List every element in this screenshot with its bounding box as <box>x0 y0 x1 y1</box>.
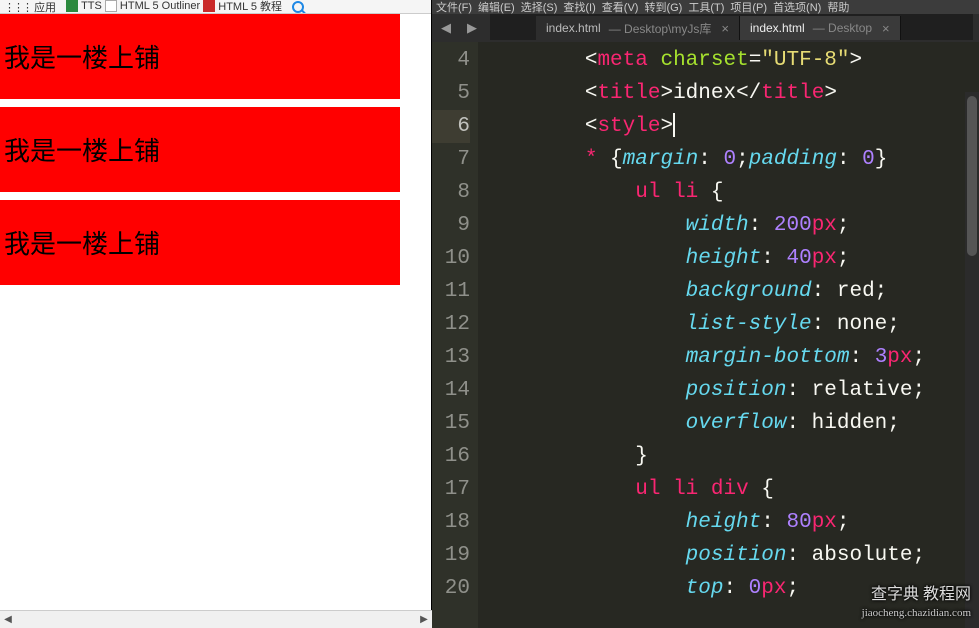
menu-item[interactable]: 工具(T) <box>688 0 724 14</box>
line-number: 11 <box>432 275 470 308</box>
close-icon[interactable]: × <box>882 21 890 36</box>
line-number: 9 <box>432 209 470 242</box>
line-number: 12 <box>432 308 470 341</box>
search-icon[interactable] <box>292 1 304 13</box>
list-item: 我是一楼上铺 <box>0 14 400 99</box>
scroll-right-icon[interactable]: ▶ <box>416 612 432 628</box>
bookmark-icon <box>105 0 117 12</box>
bookmark-item[interactable]: HTML 5 教程 <box>203 0 282 14</box>
bookmark-item[interactable]: HTML 5 Outliner <box>105 0 200 12</box>
scroll-thumb[interactable] <box>967 96 977 256</box>
nav-back-icon[interactable]: ◀ <box>438 20 454 36</box>
close-icon[interactable]: × <box>721 21 729 36</box>
code-line[interactable]: margin-bottom: 3px; <box>484 341 979 374</box>
code-line[interactable]: * {margin: 0;padding: 0} <box>484 143 979 176</box>
menu-item[interactable]: 选择(S) <box>521 0 558 14</box>
line-number: 17 <box>432 473 470 506</box>
line-number: 20 <box>432 572 470 605</box>
editor-menubar: 文件(F) 编辑(E) 选择(S) 查找(I) 查看(V) 转到(G) 工具(T) 项目(P)… <box>432 0 979 14</box>
editor-tabs: index.html — Desktop\myJs库×index.html — … <box>490 14 973 40</box>
bookmark-label: HTML 5 Outliner <box>120 0 200 12</box>
menu-item[interactable]: 查找(I) <box>563 0 595 14</box>
code-line[interactable]: } <box>484 440 979 473</box>
code-area[interactable]: 4567891011121314151617181920 <meta chars… <box>432 42 979 628</box>
list: 我是一楼上铺我是一楼上铺我是一楼上铺 <box>0 14 431 285</box>
code-line[interactable]: background: red; <box>484 275 979 308</box>
line-number: 18 <box>432 506 470 539</box>
editor-tab[interactable]: index.html — Desktop × <box>740 16 901 40</box>
code-line[interactable]: <meta charset="UTF-8"> <box>484 44 979 77</box>
menu-item[interactable]: 项目(P) <box>730 0 767 14</box>
scroll-track[interactable] <box>16 612 416 628</box>
text-cursor <box>673 113 675 137</box>
tab-filename: index.html <box>546 21 601 35</box>
line-number: 6 <box>432 110 470 143</box>
editor-tab[interactable]: index.html — Desktop\myJs库 × <box>536 16 740 40</box>
tab-path: — Desktop\myJs库 <box>609 20 712 37</box>
code-line[interactable]: height: 40px; <box>484 242 979 275</box>
bookmark-label: HTML 5 教程 <box>218 0 282 14</box>
code-line[interactable]: width: 200px; <box>484 209 979 242</box>
code-line[interactable]: <style> <box>484 110 979 143</box>
code-line[interactable]: ul li div { <box>484 473 979 506</box>
code-line[interactable]: <title>idnex</title> <box>484 77 979 110</box>
horizontal-scrollbar[interactable]: ◀ ▶ <box>0 610 432 628</box>
line-number: 14 <box>432 374 470 407</box>
line-number: 15 <box>432 407 470 440</box>
code[interactable]: <meta charset="UTF-8"> <title>idnex</tit… <box>478 42 979 628</box>
rendered-page: 我是一楼上铺我是一楼上铺我是一楼上铺 <box>0 14 431 285</box>
editor-toolbar: ◀ ▶ index.html — Desktop\myJs库×index.htm… <box>432 14 979 42</box>
bookmark-icon <box>203 0 215 12</box>
line-number: 13 <box>432 341 470 374</box>
menu-item[interactable]: 转到(G) <box>644 0 682 14</box>
menu-item[interactable]: 文件(F) <box>436 0 472 14</box>
code-line[interactable]: overflow: hidden; <box>484 407 979 440</box>
line-number: 5 <box>432 77 470 110</box>
code-line[interactable]: top: 0px; <box>484 572 979 605</box>
code-line[interactable]: height: 80px; <box>484 506 979 539</box>
code-line[interactable]: ul li { <box>484 176 979 209</box>
tab-filename: index.html <box>750 21 805 35</box>
editor-pane: 文件(F) 编辑(E) 选择(S) 查找(I) 查看(V) 转到(G) 工具(T) 项目(P)… <box>432 0 979 628</box>
line-number: 4 <box>432 44 470 77</box>
menu-item[interactable]: 首选项(N) <box>773 0 821 14</box>
list-item: 我是一楼上铺 <box>0 107 400 192</box>
scroll-left-icon[interactable]: ◀ <box>0 612 16 628</box>
code-line[interactable]: position: absolute; <box>484 539 979 572</box>
list-item: 我是一楼上铺 <box>0 200 400 285</box>
line-gutter: 4567891011121314151617181920 <box>432 42 478 628</box>
line-number: 8 <box>432 176 470 209</box>
tab-path: — Desktop <box>813 21 872 35</box>
line-number: 16 <box>432 440 470 473</box>
menu-item[interactable]: 查看(V) <box>602 0 639 14</box>
code-line[interactable]: position: relative; <box>484 374 979 407</box>
bookmark-label: TTS <box>81 0 102 12</box>
bookmark-item[interactable]: TTS <box>66 0 102 12</box>
line-number: 7 <box>432 143 470 176</box>
browser-pane: ⋮⋮⋮ 应用 TTS HTML 5 Outliner HTML 5 教程 我是一… <box>0 0 432 628</box>
vertical-scrollbar[interactable] <box>965 92 979 628</box>
line-number: 10 <box>432 242 470 275</box>
nav-forward-icon[interactable]: ▶ <box>464 20 480 36</box>
browser-bookmark-bar: ⋮⋮⋮ 应用 TTS HTML 5 Outliner HTML 5 教程 <box>0 0 431 14</box>
code-line[interactable]: list-style: none; <box>484 308 979 341</box>
menu-item[interactable]: 帮助 <box>827 0 849 14</box>
line-number: 19 <box>432 539 470 572</box>
menu-item[interactable]: 编辑(E) <box>478 0 515 14</box>
bookmark-icon <box>66 0 78 12</box>
apps-button[interactable]: ⋮⋮⋮ 应用 <box>4 0 56 14</box>
